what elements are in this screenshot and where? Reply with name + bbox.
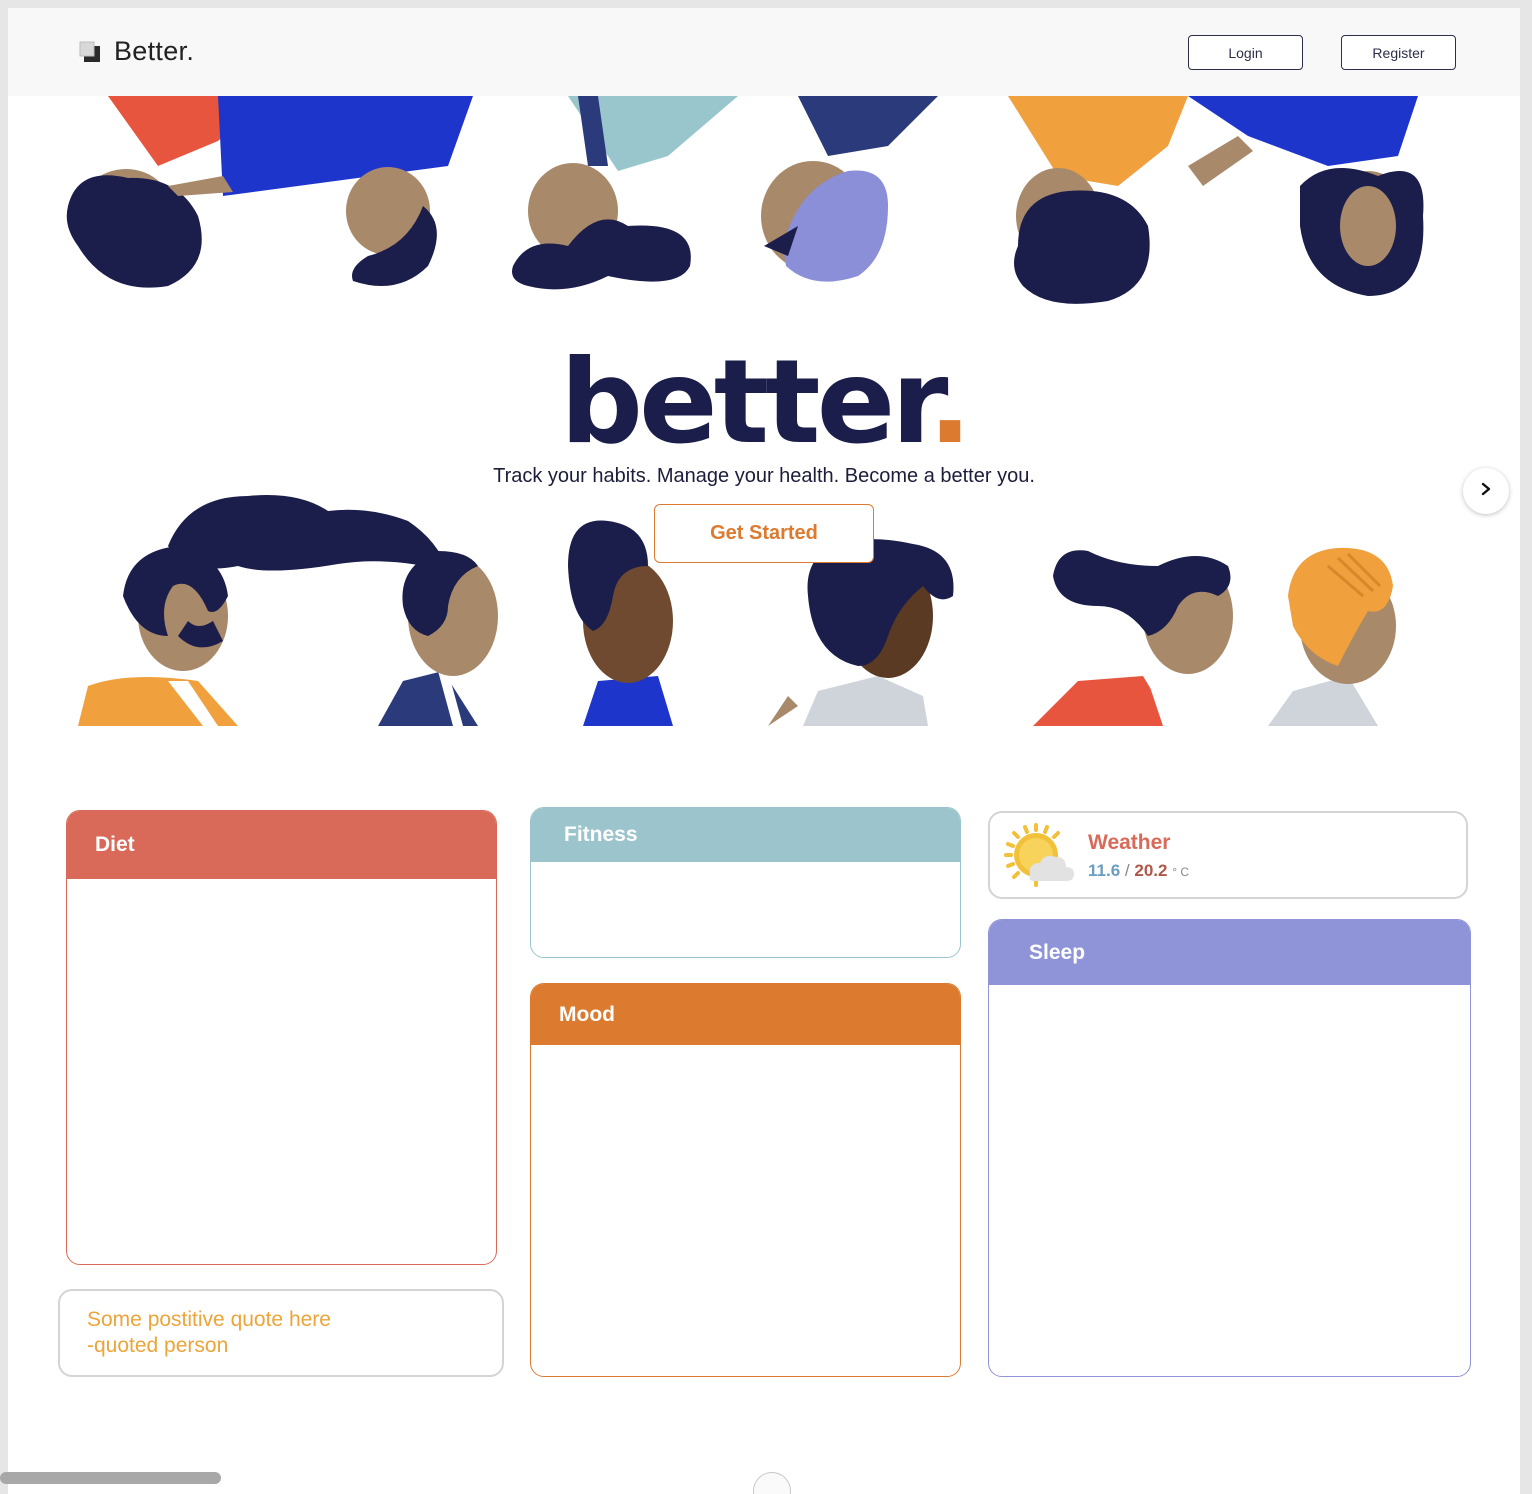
carousel-next-button[interactable]	[1463, 468, 1509, 514]
hero-title: better.	[559, 335, 972, 470]
quote-box: Some postitive quote here -quoted person	[58, 1289, 504, 1377]
diet-card: Diet	[66, 810, 497, 1265]
hero-tagline: Track your habits. Manage your health. B…	[493, 465, 1035, 487]
top-figures	[66, 96, 1424, 304]
hero-banner: better. Track your habits. Manage your h…	[8, 96, 1520, 726]
weather-widget: Weather 11.6 / 20.2 ° C	[988, 811, 1468, 899]
login-button[interactable]: Login	[1188, 35, 1303, 70]
brand[interactable]: Better.	[78, 36, 194, 67]
quote-text: Some postitive quote here	[87, 1308, 331, 1331]
fitness-card-title: Fitness	[531, 808, 960, 862]
sleep-card: Sleep	[988, 919, 1471, 1377]
weather-unit: ° C	[1172, 865, 1189, 879]
weather-separator: /	[1124, 861, 1130, 880]
navbar: Better. Login Register	[8, 8, 1520, 96]
brand-name: Better.	[114, 36, 195, 66]
sun-cloud-icon	[1004, 823, 1076, 894]
mood-card: Mood	[530, 983, 961, 1377]
chevron-right-icon	[1479, 482, 1493, 501]
weather-high-temp: 20.2	[1134, 861, 1168, 880]
weather-temperatures: 11.6 / 20.2 ° C	[1088, 861, 1189, 881]
weather-low-temp: 11.6	[1088, 861, 1121, 880]
mood-card-title: Mood	[531, 984, 960, 1045]
register-button[interactable]: Register	[1341, 35, 1456, 70]
cube-logo-icon	[78, 40, 102, 64]
horizontal-scrollbar[interactable]	[0, 1472, 221, 1484]
weather-title: Weather	[1088, 831, 1171, 854]
fitness-card: Fitness	[530, 807, 961, 958]
scroll-indicator[interactable]	[753, 1472, 791, 1494]
get-started-button[interactable]: Get Started	[654, 504, 874, 563]
sleep-card-title: Sleep	[989, 920, 1470, 985]
diet-card-title: Diet	[67, 811, 496, 879]
quote-author: -quoted person	[87, 1334, 229, 1357]
page: Better. Login Register better. Track you…	[8, 8, 1520, 1494]
